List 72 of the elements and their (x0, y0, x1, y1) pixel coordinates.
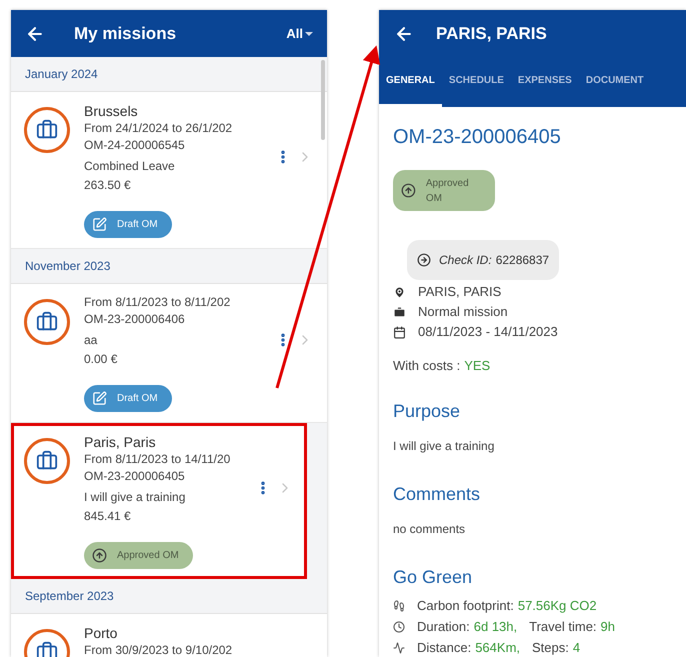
mission-purpose: I will give a training (84, 489, 186, 506)
detail-text: 08/11/2023 - 14/11/2023 (418, 323, 558, 342)
check-id-value: 62286837 (496, 252, 550, 269)
edit-icon (92, 217, 107, 232)
status-label: Approved OM (426, 176, 470, 206)
metric-value: 9h (600, 618, 616, 636)
mission-id: OM-23-200006405 (84, 468, 186, 485)
detail-text: Normal mission (418, 303, 508, 322)
mission-title: Brussels (84, 102, 139, 120)
calendar-icon (393, 326, 406, 338)
line-chart-icon (393, 642, 405, 654)
mission-purpose: Combined Leave (84, 158, 176, 175)
metric-label: Distance: (417, 639, 472, 657)
mission-id: OM-23-200006405 (393, 125, 562, 150)
screen-title: My missions (74, 22, 176, 45)
mission-title: Porto (84, 624, 118, 642)
metric-label: Steps: (532, 639, 569, 657)
arrow-right-circle-icon (417, 253, 431, 267)
mission-amount: 263.50 € (84, 177, 132, 194)
mission-card[interactable]: Porto From 30/9/2023 to 9/10/202 (11, 614, 327, 657)
mission-dates: From 30/9/2023 to 9/10/202 (84, 642, 234, 657)
arrow-up-circle-icon (92, 548, 107, 563)
metric-label: Travel time: (529, 618, 597, 636)
mission-card[interactable]: Brussels From 24/1/2024 to 26/1/202 OM-24-200006545 Combined Leave 263.50 € Draft OM (11, 92, 327, 249)
costs-label: With costs : (393, 357, 460, 375)
tab[interactable]: GENERAL (379, 57, 442, 107)
briefcase-icon (24, 299, 70, 345)
briefcase-icon (24, 438, 70, 484)
metric-label: Carbon footprint: (417, 597, 514, 616)
briefcase-icon (24, 107, 70, 153)
purpose-text: I will give a training (393, 438, 496, 454)
filter-dropdown[interactable]: All (286, 24, 313, 44)
scrollbar[interactable] (321, 60, 325, 140)
section-heading: Go Green (393, 566, 474, 588)
month-header: November 2023 (25, 258, 110, 275)
comments-text: no comments (393, 520, 466, 538)
tab[interactable]: DOCUMENT (578, 57, 651, 107)
mission-title: Paris, Paris (84, 433, 157, 451)
metric-value: 6d 13h, (474, 618, 518, 636)
mission-dates: From 8/11/2023 to 8/11/202 (84, 294, 232, 311)
metric-value: 564Km, (475, 639, 520, 657)
tab[interactable]: SCHEDULE (442, 57, 511, 107)
mission-amount: 845.41 € (84, 508, 132, 525)
metric-label: Duration: (417, 618, 470, 636)
costs-value: YES (464, 357, 490, 375)
metric-value: 57.56Kg CO2 (518, 597, 597, 616)
mission-card[interactable]: From 8/11/2023 to 8/11/202 OM-23-200006406 aa 0.00 € Draft OM (11, 284, 327, 423)
pin-icon (393, 286, 406, 298)
mission-id: OM-23-200006406 (84, 311, 186, 328)
status-label: Approved OM (117, 549, 179, 563)
status-label: Draft OM (117, 392, 158, 406)
section-heading: Comments (393, 482, 482, 506)
status-label: Draft OM (117, 218, 158, 232)
mission-purpose: aa (84, 332, 98, 349)
briefcase-icon (393, 306, 406, 318)
month-header: September 2023 (25, 588, 114, 605)
detail-text: PARIS, PARIS (418, 283, 502, 302)
tab[interactable]: EXPENSES (510, 57, 579, 107)
screen-title: PARIS, PARIS (436, 22, 547, 45)
clock-icon (393, 621, 405, 633)
edit-icon (92, 391, 107, 406)
mission-card[interactable]: Paris, Paris From 8/11/2023 to 14/11/20 OM-23-200006405 I will give a training 845.41 € Approved OM (11, 423, 307, 579)
mission-dates: From 8/11/2023 to 14/11/20 (84, 451, 232, 468)
mission-dates: From 24/1/2024 to 26/1/202 (84, 120, 234, 137)
mission-id: OM-24-200006545 (84, 137, 186, 154)
check-id-label: Check ID: (439, 252, 492, 269)
month-header: January 2024 (25, 66, 98, 83)
arrow-up-circle-icon (401, 183, 416, 198)
section-heading: Purpose (393, 400, 462, 423)
mission-amount: 0.00 € (84, 351, 118, 368)
footprint-icon (393, 600, 405, 612)
metric-value: 4 (572, 639, 580, 657)
